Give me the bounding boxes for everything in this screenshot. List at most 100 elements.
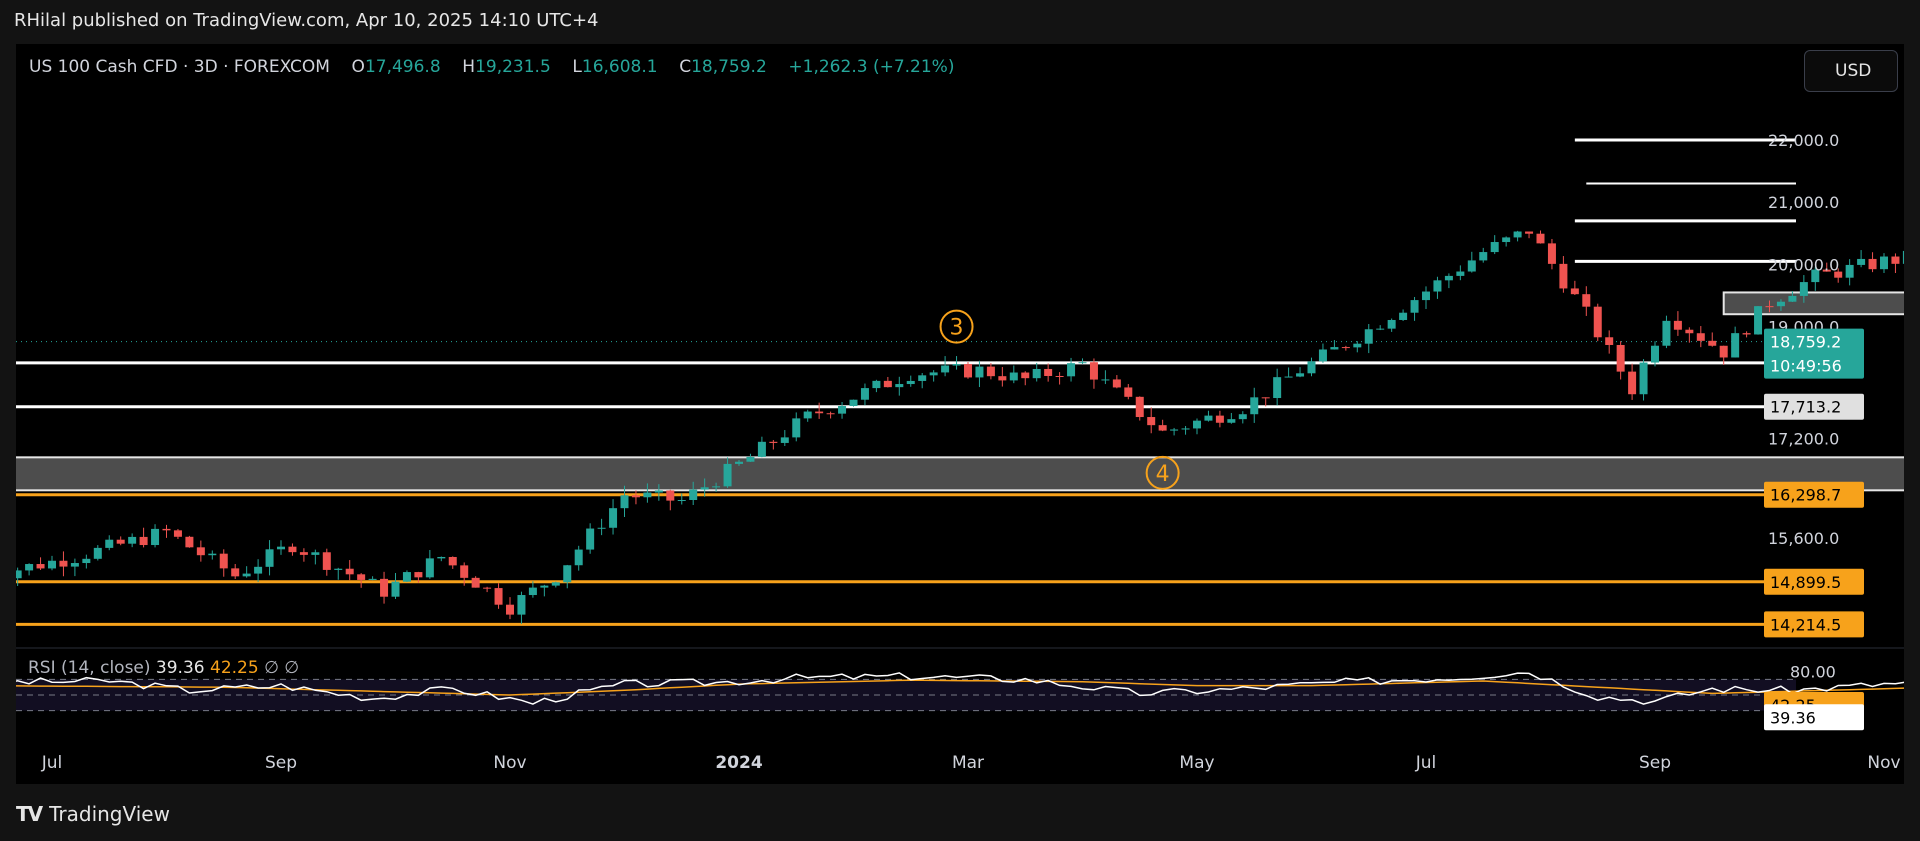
candle-body[interactable]	[254, 566, 263, 574]
candle-body[interactable]	[700, 487, 709, 490]
candle-body[interactable]	[666, 490, 675, 501]
candle-body[interactable]	[1399, 312, 1408, 320]
candle-body[interactable]	[1570, 288, 1579, 295]
candle-body[interactable]	[288, 546, 297, 553]
candle-body[interactable]	[528, 587, 537, 596]
candle-body[interactable]	[1593, 306, 1602, 338]
candle-body[interactable]	[735, 461, 743, 464]
candle-body[interactable]	[792, 418, 801, 438]
candle-body[interactable]	[1754, 306, 1763, 335]
candle-body[interactable]	[815, 411, 824, 414]
candle-body[interactable]	[1742, 333, 1751, 335]
candle-body[interactable]	[998, 376, 1007, 381]
candle-body[interactable]	[1651, 345, 1659, 363]
candle-body[interactable]	[1318, 349, 1327, 362]
candle-body[interactable]	[414, 572, 423, 578]
candle-body[interactable]	[334, 568, 343, 570]
candle-body[interactable]	[105, 539, 114, 548]
candle-body[interactable]	[1147, 417, 1156, 426]
candle-body[interactable]	[322, 552, 331, 570]
candle-body[interactable]	[1696, 333, 1705, 341]
candle-body[interactable]	[1547, 243, 1556, 264]
candle-body[interactable]	[93, 547, 102, 559]
candle-body[interactable]	[975, 366, 984, 378]
candle-body[interactable]	[151, 528, 160, 546]
candle-body[interactable]	[1296, 373, 1305, 377]
candle-body[interactable]	[620, 495, 629, 509]
candle-body[interactable]	[1502, 237, 1511, 243]
candle-body[interactable]	[929, 372, 938, 376]
candle-body[interactable]	[16, 570, 22, 579]
candle-body[interactable]	[265, 549, 274, 567]
candle-body[interactable]	[1857, 258, 1866, 265]
candle-body[interactable]	[1364, 329, 1373, 344]
candle-body[interactable]	[723, 463, 732, 487]
candle-body[interactable]	[1112, 379, 1121, 388]
candle-body[interactable]	[1628, 371, 1637, 395]
candle-body[interactable]	[986, 366, 995, 377]
candle-body[interactable]	[1181, 428, 1190, 430]
candle-body[interactable]	[1078, 362, 1087, 364]
candle-body[interactable]	[1868, 258, 1877, 270]
candle-body[interactable]	[1193, 420, 1201, 429]
candle-body[interactable]	[1135, 396, 1144, 418]
candle-body[interactable]	[460, 565, 469, 578]
candle-body[interactable]	[1616, 344, 1625, 372]
candle-body[interactable]	[1089, 362, 1098, 380]
candle-body[interactable]	[586, 528, 595, 550]
candle-body[interactable]	[1444, 275, 1453, 281]
candle-body[interactable]	[70, 563, 79, 567]
candle-body[interactable]	[1525, 231, 1534, 234]
candle-body[interactable]	[1158, 425, 1167, 431]
candle-body[interactable]	[1490, 242, 1499, 253]
candle-body[interactable]	[1731, 333, 1740, 358]
candle-body[interactable]	[402, 572, 411, 582]
candle-body[interactable]	[1238, 414, 1247, 420]
candle-body[interactable]	[563, 565, 572, 583]
candle-body[interactable]	[219, 553, 228, 569]
candle-body[interactable]	[757, 441, 766, 457]
candle-body[interactable]	[597, 527, 606, 529]
candle-body[interactable]	[1467, 260, 1476, 272]
candle-body[interactable]	[1513, 231, 1522, 238]
candle-body[interactable]	[1776, 301, 1785, 307]
candle-body[interactable]	[1284, 376, 1293, 378]
candle-body[interactable]	[25, 564, 34, 571]
candle-body[interactable]	[242, 573, 251, 577]
candle-body[interactable]	[380, 578, 389, 597]
candle-body[interactable]	[964, 364, 972, 378]
candle-body[interactable]	[1410, 300, 1419, 313]
candle-body[interactable]	[1708, 340, 1717, 346]
candle-body[interactable]	[1376, 328, 1385, 330]
candle-body[interactable]	[849, 399, 858, 406]
candle-body[interactable]	[1719, 345, 1728, 358]
candle-body[interactable]	[1433, 280, 1442, 292]
candle-body[interactable]	[1044, 368, 1053, 376]
candle-body[interactable]	[173, 530, 182, 537]
candle-body[interactable]	[1055, 375, 1064, 377]
candle-body[interactable]	[1307, 361, 1316, 374]
candle-body[interactable]	[1845, 264, 1854, 278]
chart-area[interactable]: 34522,000.021,000.020,000.019,000.017,20…	[16, 44, 1904, 784]
candle-body[interactable]	[906, 380, 915, 385]
candle-body[interactable]	[471, 577, 480, 588]
currency-button[interactable]: USD	[1804, 50, 1898, 92]
candle-body[interactable]	[59, 560, 68, 567]
candle-body[interactable]	[494, 588, 503, 605]
candle-body[interactable]	[803, 411, 812, 419]
candle-body[interactable]	[1788, 295, 1797, 302]
candle-body[interactable]	[1880, 256, 1888, 270]
candle-body[interactable]	[712, 486, 721, 488]
candle-body[interactable]	[1215, 415, 1224, 423]
candle-body[interactable]	[185, 536, 194, 548]
candle-body[interactable]	[36, 564, 45, 569]
candle-body[interactable]	[82, 558, 91, 564]
candle-body[interactable]	[1273, 377, 1282, 399]
candle-body[interactable]	[1479, 252, 1488, 261]
candle-body[interactable]	[860, 388, 869, 400]
candle-body[interactable]	[1559, 263, 1568, 289]
candle-body[interactable]	[345, 568, 354, 575]
candle-body[interactable]	[1009, 372, 1018, 381]
candle-body[interactable]	[1536, 233, 1545, 244]
candle-body[interactable]	[448, 556, 457, 566]
